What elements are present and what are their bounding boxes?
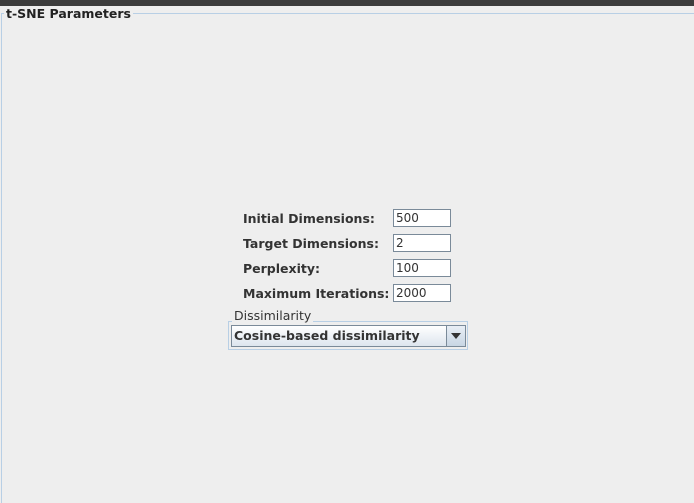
tsne-parameters-panel xyxy=(1,13,694,503)
chevron-down-icon xyxy=(451,333,461,339)
maximum-iterations-input[interactable] xyxy=(393,284,451,302)
dissimilarity-dropdown[interactable]: Cosine-based dissimilarity xyxy=(231,325,466,347)
dropdown-button[interactable] xyxy=(446,326,465,346)
target-dimensions-label: Target Dimensions: xyxy=(243,236,379,251)
target-dimensions-input[interactable] xyxy=(393,234,451,252)
initial-dimensions-input[interactable] xyxy=(393,209,451,227)
panel-title: t-SNE Parameters xyxy=(4,6,133,21)
perplexity-label: Perplexity: xyxy=(243,261,320,276)
dissimilarity-selected-value: Cosine-based dissimilarity xyxy=(234,328,420,343)
dissimilarity-group-title: Dissimilarity xyxy=(232,308,314,323)
initial-dimensions-label: Initial Dimensions: xyxy=(243,211,375,226)
maximum-iterations-label: Maximum Iterations: xyxy=(243,286,390,301)
perplexity-input[interactable] xyxy=(393,259,451,277)
